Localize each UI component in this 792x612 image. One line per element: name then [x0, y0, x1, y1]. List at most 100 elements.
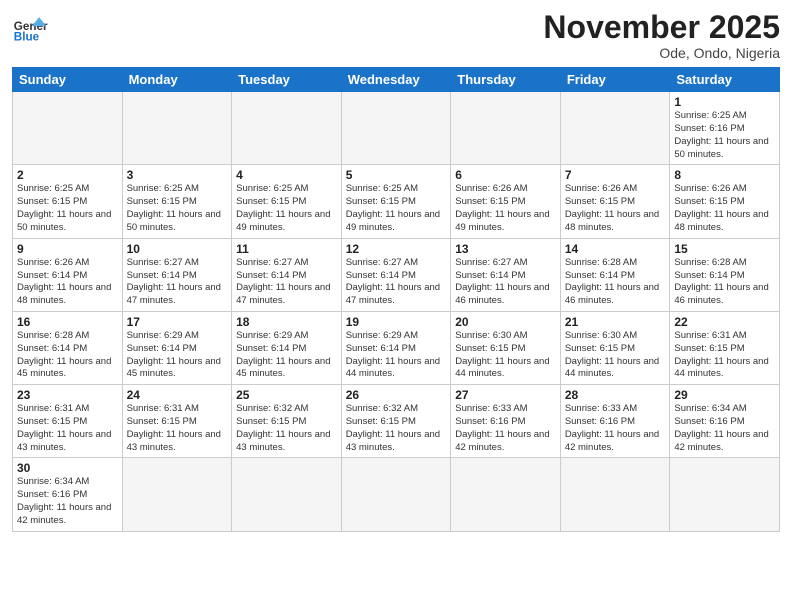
day-number: 19 — [346, 315, 447, 329]
day-info: Sunrise: 6:27 AM Sunset: 6:14 PM Dayligh… — [346, 257, 447, 308]
day-info: Sunrise: 6:31 AM Sunset: 6:15 PM Dayligh… — [674, 330, 775, 381]
day-number: 25 — [236, 388, 337, 402]
calendar-cell: 24Sunrise: 6:31 AM Sunset: 6:15 PM Dayli… — [122, 385, 232, 458]
day-number: 1 — [674, 95, 775, 109]
day-number: 9 — [17, 242, 118, 256]
calendar-cell: 28Sunrise: 6:33 AM Sunset: 6:16 PM Dayli… — [560, 385, 670, 458]
day-header-saturday: Saturday — [670, 68, 780, 92]
month-title: November 2025 — [543, 10, 780, 45]
day-info: Sunrise: 6:28 AM Sunset: 6:14 PM Dayligh… — [565, 257, 666, 308]
day-number: 8 — [674, 168, 775, 182]
day-info: Sunrise: 6:28 AM Sunset: 6:14 PM Dayligh… — [674, 257, 775, 308]
calendar-cell — [122, 92, 232, 165]
day-number: 22 — [674, 315, 775, 329]
calendar-cell: 3Sunrise: 6:25 AM Sunset: 6:15 PM Daylig… — [122, 165, 232, 238]
calendar-cell: 20Sunrise: 6:30 AM Sunset: 6:15 PM Dayli… — [451, 311, 561, 384]
day-number: 12 — [346, 242, 447, 256]
day-info: Sunrise: 6:33 AM Sunset: 6:16 PM Dayligh… — [565, 403, 666, 454]
calendar-cell — [232, 458, 342, 531]
day-info: Sunrise: 6:25 AM Sunset: 6:15 PM Dayligh… — [127, 183, 228, 234]
calendar-cell: 29Sunrise: 6:34 AM Sunset: 6:16 PM Dayli… — [670, 385, 780, 458]
day-number: 3 — [127, 168, 228, 182]
day-info: Sunrise: 6:33 AM Sunset: 6:16 PM Dayligh… — [455, 403, 556, 454]
day-info: Sunrise: 6:25 AM Sunset: 6:15 PM Dayligh… — [17, 183, 118, 234]
day-number: 5 — [346, 168, 447, 182]
day-number: 13 — [455, 242, 556, 256]
day-number: 24 — [127, 388, 228, 402]
calendar-cell: 12Sunrise: 6:27 AM Sunset: 6:14 PM Dayli… — [341, 238, 451, 311]
day-info: Sunrise: 6:30 AM Sunset: 6:15 PM Dayligh… — [565, 330, 666, 381]
day-info: Sunrise: 6:29 AM Sunset: 6:14 PM Dayligh… — [346, 330, 447, 381]
location: Ode, Ondo, Nigeria — [543, 45, 780, 61]
calendar-cell: 18Sunrise: 6:29 AM Sunset: 6:14 PM Dayli… — [232, 311, 342, 384]
day-info: Sunrise: 6:32 AM Sunset: 6:15 PM Dayligh… — [236, 403, 337, 454]
day-info: Sunrise: 6:30 AM Sunset: 6:15 PM Dayligh… — [455, 330, 556, 381]
calendar-cell: 19Sunrise: 6:29 AM Sunset: 6:14 PM Dayli… — [341, 311, 451, 384]
calendar-cell: 26Sunrise: 6:32 AM Sunset: 6:15 PM Dayli… — [341, 385, 451, 458]
calendar-cell: 17Sunrise: 6:29 AM Sunset: 6:14 PM Dayli… — [122, 311, 232, 384]
day-number: 27 — [455, 388, 556, 402]
calendar-cell: 2Sunrise: 6:25 AM Sunset: 6:15 PM Daylig… — [13, 165, 123, 238]
day-number: 26 — [346, 388, 447, 402]
calendar-table: SundayMondayTuesdayWednesdayThursdayFrid… — [12, 67, 780, 532]
calendar-cell: 8Sunrise: 6:26 AM Sunset: 6:15 PM Daylig… — [670, 165, 780, 238]
day-header-tuesday: Tuesday — [232, 68, 342, 92]
day-number: 28 — [565, 388, 666, 402]
day-number: 30 — [17, 461, 118, 475]
day-number: 11 — [236, 242, 337, 256]
day-info: Sunrise: 6:32 AM Sunset: 6:15 PM Dayligh… — [346, 403, 447, 454]
calendar-cell — [670, 458, 780, 531]
day-number: 2 — [17, 168, 118, 182]
calendar-cell: 5Sunrise: 6:25 AM Sunset: 6:15 PM Daylig… — [341, 165, 451, 238]
day-info: Sunrise: 6:27 AM Sunset: 6:14 PM Dayligh… — [127, 257, 228, 308]
day-number: 6 — [455, 168, 556, 182]
day-header-wednesday: Wednesday — [341, 68, 451, 92]
day-header-thursday: Thursday — [451, 68, 561, 92]
svg-text:Blue: Blue — [14, 31, 40, 44]
day-info: Sunrise: 6:25 AM Sunset: 6:15 PM Dayligh… — [236, 183, 337, 234]
day-number: 16 — [17, 315, 118, 329]
day-info: Sunrise: 6:34 AM Sunset: 6:16 PM Dayligh… — [674, 403, 775, 454]
calendar-week-row: 9Sunrise: 6:26 AM Sunset: 6:14 PM Daylig… — [13, 238, 780, 311]
day-info: Sunrise: 6:26 AM Sunset: 6:15 PM Dayligh… — [674, 183, 775, 234]
calendar-week-row: 2Sunrise: 6:25 AM Sunset: 6:15 PM Daylig… — [13, 165, 780, 238]
calendar-cell — [341, 92, 451, 165]
day-info: Sunrise: 6:27 AM Sunset: 6:14 PM Dayligh… — [455, 257, 556, 308]
logo: General Blue — [12, 10, 48, 46]
day-info: Sunrise: 6:31 AM Sunset: 6:15 PM Dayligh… — [17, 403, 118, 454]
calendar-cell — [122, 458, 232, 531]
calendar-week-row: 1Sunrise: 6:25 AM Sunset: 6:16 PM Daylig… — [13, 92, 780, 165]
day-number: 15 — [674, 242, 775, 256]
title-block: November 2025 Ode, Ondo, Nigeria — [543, 10, 780, 61]
calendar-cell: 4Sunrise: 6:25 AM Sunset: 6:15 PM Daylig… — [232, 165, 342, 238]
calendar-cell: 30Sunrise: 6:34 AM Sunset: 6:16 PM Dayli… — [13, 458, 123, 531]
day-info: Sunrise: 6:29 AM Sunset: 6:14 PM Dayligh… — [236, 330, 337, 381]
day-number: 21 — [565, 315, 666, 329]
day-info: Sunrise: 6:34 AM Sunset: 6:16 PM Dayligh… — [17, 476, 118, 527]
calendar-cell — [560, 458, 670, 531]
calendar-cell: 21Sunrise: 6:30 AM Sunset: 6:15 PM Dayli… — [560, 311, 670, 384]
day-info: Sunrise: 6:26 AM Sunset: 6:15 PM Dayligh… — [455, 183, 556, 234]
calendar-cell: 1Sunrise: 6:25 AM Sunset: 6:16 PM Daylig… — [670, 92, 780, 165]
day-header-monday: Monday — [122, 68, 232, 92]
calendar-cell: 13Sunrise: 6:27 AM Sunset: 6:14 PM Dayli… — [451, 238, 561, 311]
calendar-week-row: 16Sunrise: 6:28 AM Sunset: 6:14 PM Dayli… — [13, 311, 780, 384]
calendar-cell — [13, 92, 123, 165]
calendar-cell: 27Sunrise: 6:33 AM Sunset: 6:16 PM Dayli… — [451, 385, 561, 458]
calendar-cell: 9Sunrise: 6:26 AM Sunset: 6:14 PM Daylig… — [13, 238, 123, 311]
day-info: Sunrise: 6:29 AM Sunset: 6:14 PM Dayligh… — [127, 330, 228, 381]
calendar-cell: 10Sunrise: 6:27 AM Sunset: 6:14 PM Dayli… — [122, 238, 232, 311]
day-info: Sunrise: 6:27 AM Sunset: 6:14 PM Dayligh… — [236, 257, 337, 308]
day-number: 18 — [236, 315, 337, 329]
day-number: 17 — [127, 315, 228, 329]
calendar-cell: 25Sunrise: 6:32 AM Sunset: 6:15 PM Dayli… — [232, 385, 342, 458]
calendar-cell — [451, 458, 561, 531]
day-header-sunday: Sunday — [13, 68, 123, 92]
header: General Blue November 2025 Ode, Ondo, Ni… — [12, 10, 780, 61]
calendar-cell — [451, 92, 561, 165]
calendar-cell — [232, 92, 342, 165]
calendar-cell — [341, 458, 451, 531]
day-info: Sunrise: 6:26 AM Sunset: 6:15 PM Dayligh… — [565, 183, 666, 234]
calendar-cell: 23Sunrise: 6:31 AM Sunset: 6:15 PM Dayli… — [13, 385, 123, 458]
calendar-cell: 15Sunrise: 6:28 AM Sunset: 6:14 PM Dayli… — [670, 238, 780, 311]
